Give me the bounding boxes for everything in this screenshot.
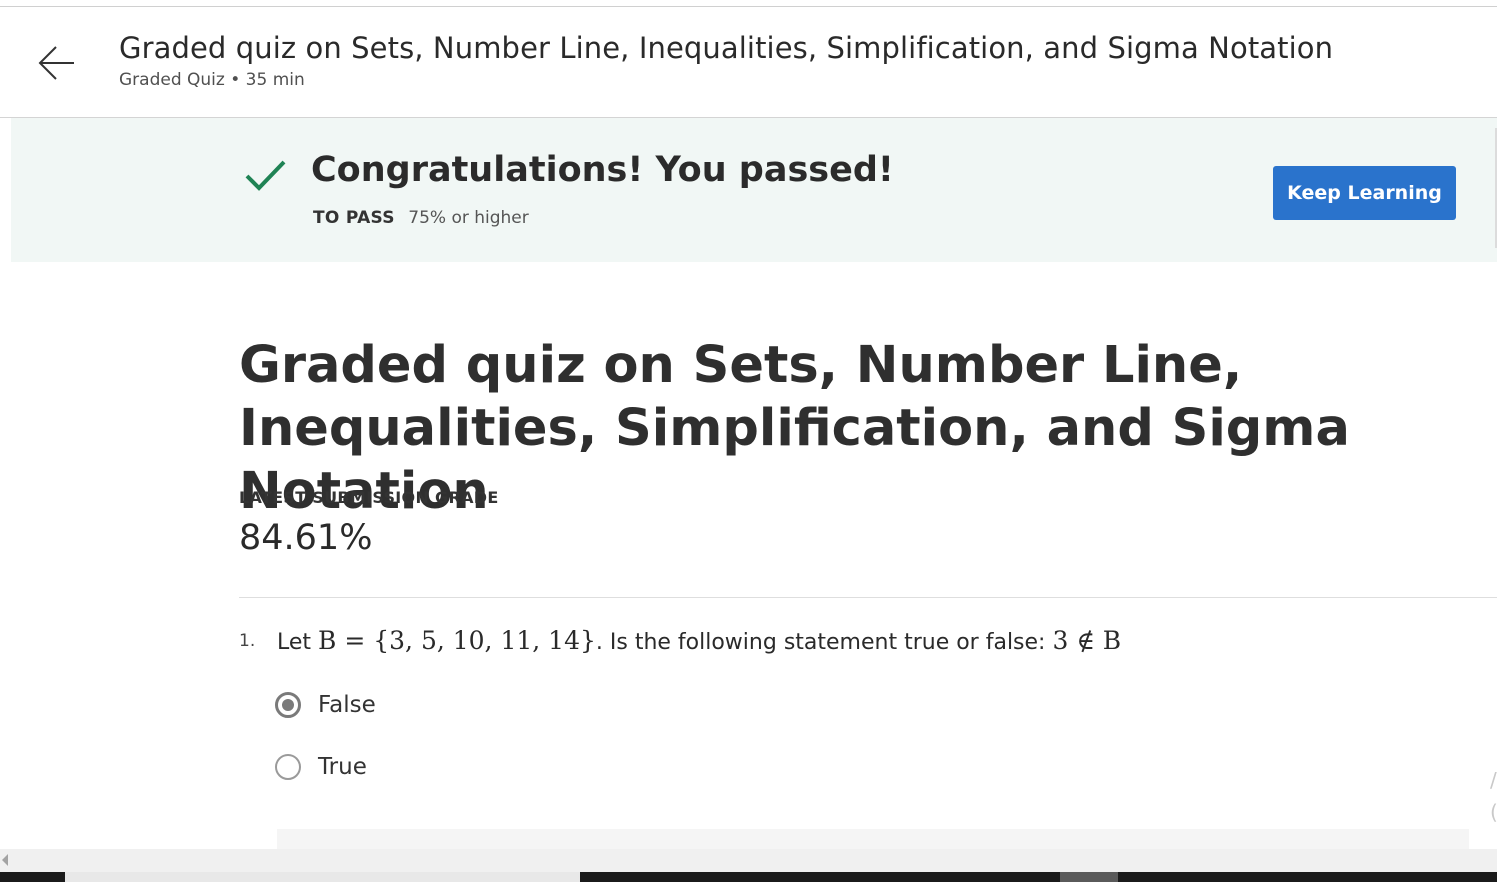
option-false[interactable]: False [275,688,376,722]
question-middle: . Is the following statement true or fal… [595,630,1046,655]
header-title: Graded quiz on Sets, Number Line, Inequa… [119,31,1334,65]
checkmark-icon [244,158,288,194]
radio-false[interactable] [275,692,301,718]
edge-glyph: ( [1490,800,1497,824]
option-true[interactable]: True [275,750,367,784]
passed-banner: Congratulations! You passed! TO PASS 75%… [11,118,1497,262]
question-prefix: Let [277,630,312,655]
quiz-header: Graded quiz on Sets, Number Line, Inequa… [0,7,1497,118]
header-subtitle: Graded Quiz • 35 min [119,70,305,90]
congratulations-heading: Congratulations! You passed! [311,150,894,190]
grade-value: 84.61% [239,518,373,558]
math-set: B = {3, 5, 10, 11, 14} [318,626,596,655]
keep-learning-button[interactable]: Keep Learning [1273,166,1456,220]
grade-label: LATEST SUBMISSION GRADE [239,488,499,507]
question-text: Let B = {3, 5, 10, 11, 14}. Is the follo… [277,626,1121,655]
horizontal-scrollbar[interactable] [0,849,1497,872]
pass-label: TO PASS [313,208,395,228]
arrow-left-icon [38,46,74,80]
taskbar-window[interactable] [65,872,580,882]
math-statement: 3 ∉ B [1052,626,1122,655]
pass-value: 75% or higher [408,208,529,228]
radio-true[interactable] [275,754,301,780]
option-label: True [318,754,367,780]
option-label: False [318,692,376,718]
edge-glyph: / [1490,768,1497,792]
pass-requirement: TO PASS 75% or higher [313,208,529,228]
back-button[interactable] [34,43,78,83]
divider [239,597,1497,598]
feedback-box [277,829,1469,849]
question-number: 1. [239,631,256,651]
taskbar-item[interactable] [1060,872,1118,882]
scroll-left-icon[interactable] [2,854,8,866]
